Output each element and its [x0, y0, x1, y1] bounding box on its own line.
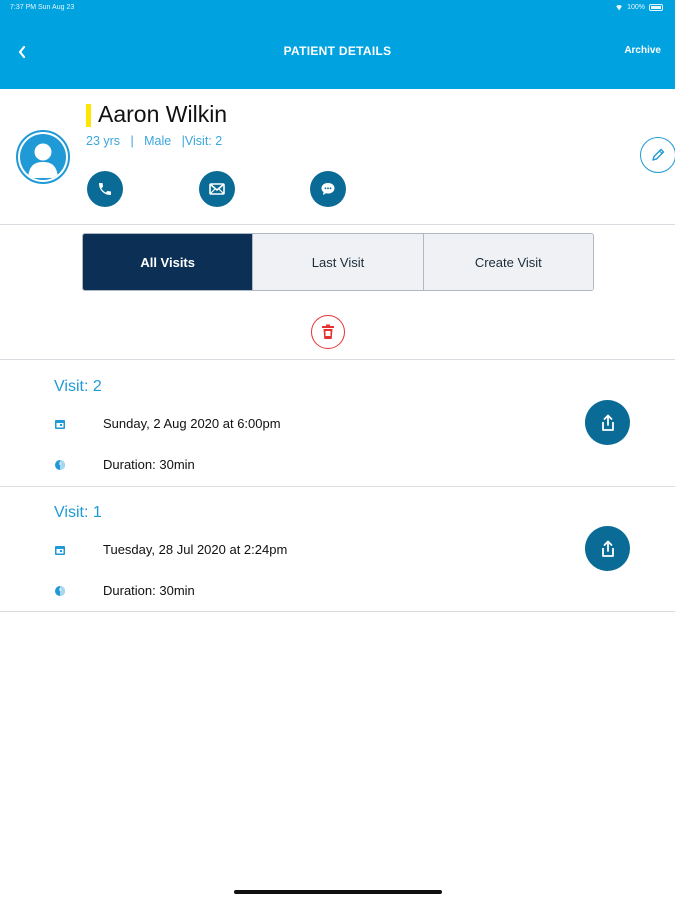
tab-all-visits[interactable]: All Visits [83, 234, 253, 290]
person-icon [20, 134, 66, 180]
avatar [16, 130, 70, 184]
archive-button[interactable]: Archive [624, 45, 661, 56]
calendar-icon [54, 418, 66, 430]
home-indicator[interactable] [234, 890, 442, 894]
chat-bubble-icon [321, 183, 335, 195]
share-icon [601, 414, 614, 431]
visit-datetime: Tuesday, 28 Jul 2020 at 2:24pm [103, 542, 288, 557]
share-button[interactable] [585, 400, 630, 445]
message-button[interactable] [310, 171, 346, 207]
visit-tabs: All Visits Last Visit Create Visit [82, 233, 594, 291]
share-icon [601, 540, 614, 557]
patient-name: Aaron Wilkin [98, 101, 228, 127]
status-time: 7:37 PM Sun Aug 23 [10, 4, 75, 11]
visit-duration: Duration: 30min [103, 457, 195, 472]
meta-separator: | [171, 134, 185, 148]
name-highlight-marker [86, 104, 91, 127]
top-bar: 7:37 PM Sun Aug 23 100% PATIENT DETAILS … [0, 0, 675, 89]
edit-button[interactable] [640, 137, 675, 173]
patient-visit-count: Visit: 2 [184, 134, 223, 148]
battery-icon [649, 4, 663, 11]
patient-gender: Male [144, 134, 172, 148]
email-button[interactable] [199, 171, 235, 207]
meta-separator: | [120, 134, 145, 148]
share-button[interactable] [585, 526, 630, 571]
patient-meta: 23 yrs | Male | Visit: 2 [86, 134, 222, 148]
list-item[interactable]: Visit: 2 Sunday, 2 Aug 2020 at 6:00pm Du… [0, 360, 675, 486]
tab-create-visit[interactable]: Create Visit [422, 234, 593, 290]
patient-header: Aaron Wilkin 23 yrs | Male | Visit: 2 [0, 89, 675, 225]
status-right: 100% [615, 4, 663, 11]
call-button[interactable] [87, 171, 123, 207]
pencil-icon [652, 148, 665, 161]
visit-title: Visit: 2 [54, 378, 102, 395]
phone-icon [99, 183, 111, 195]
tab-last-visit[interactable]: Last Visit [252, 234, 423, 290]
delete-button[interactable] [311, 315, 345, 349]
visit-title: Visit: 1 [54, 504, 102, 521]
visit-datetime: Sunday, 2 Aug 2020 at 6:00pm [103, 416, 281, 431]
visit-datetime-row: Tuesday, 28 Jul 2020 at 2:24pm [54, 542, 287, 557]
list-item[interactable]: Visit: 1 Tuesday, 28 Jul 2020 at 2:24pm … [0, 486, 675, 612]
calendar-icon [54, 544, 66, 556]
battery-percent: 100% [627, 4, 645, 11]
divider [0, 611, 675, 612]
mail-icon [209, 183, 225, 195]
clock-icon [54, 459, 66, 471]
wifi-icon [615, 4, 624, 11]
clock-icon [54, 585, 66, 597]
visit-datetime-row: Sunday, 2 Aug 2020 at 6:00pm [54, 416, 281, 431]
visit-duration-row: Duration: 30min [54, 583, 195, 598]
visit-duration: Duration: 30min [103, 583, 195, 598]
visit-duration-row: Duration: 30min [54, 457, 195, 472]
status-bar: 7:37 PM Sun Aug 23 100% [10, 4, 663, 14]
patient-age: 23 yrs [86, 134, 121, 148]
page-title: PATIENT DETAILS [283, 44, 392, 58]
trash-icon [322, 324, 334, 339]
